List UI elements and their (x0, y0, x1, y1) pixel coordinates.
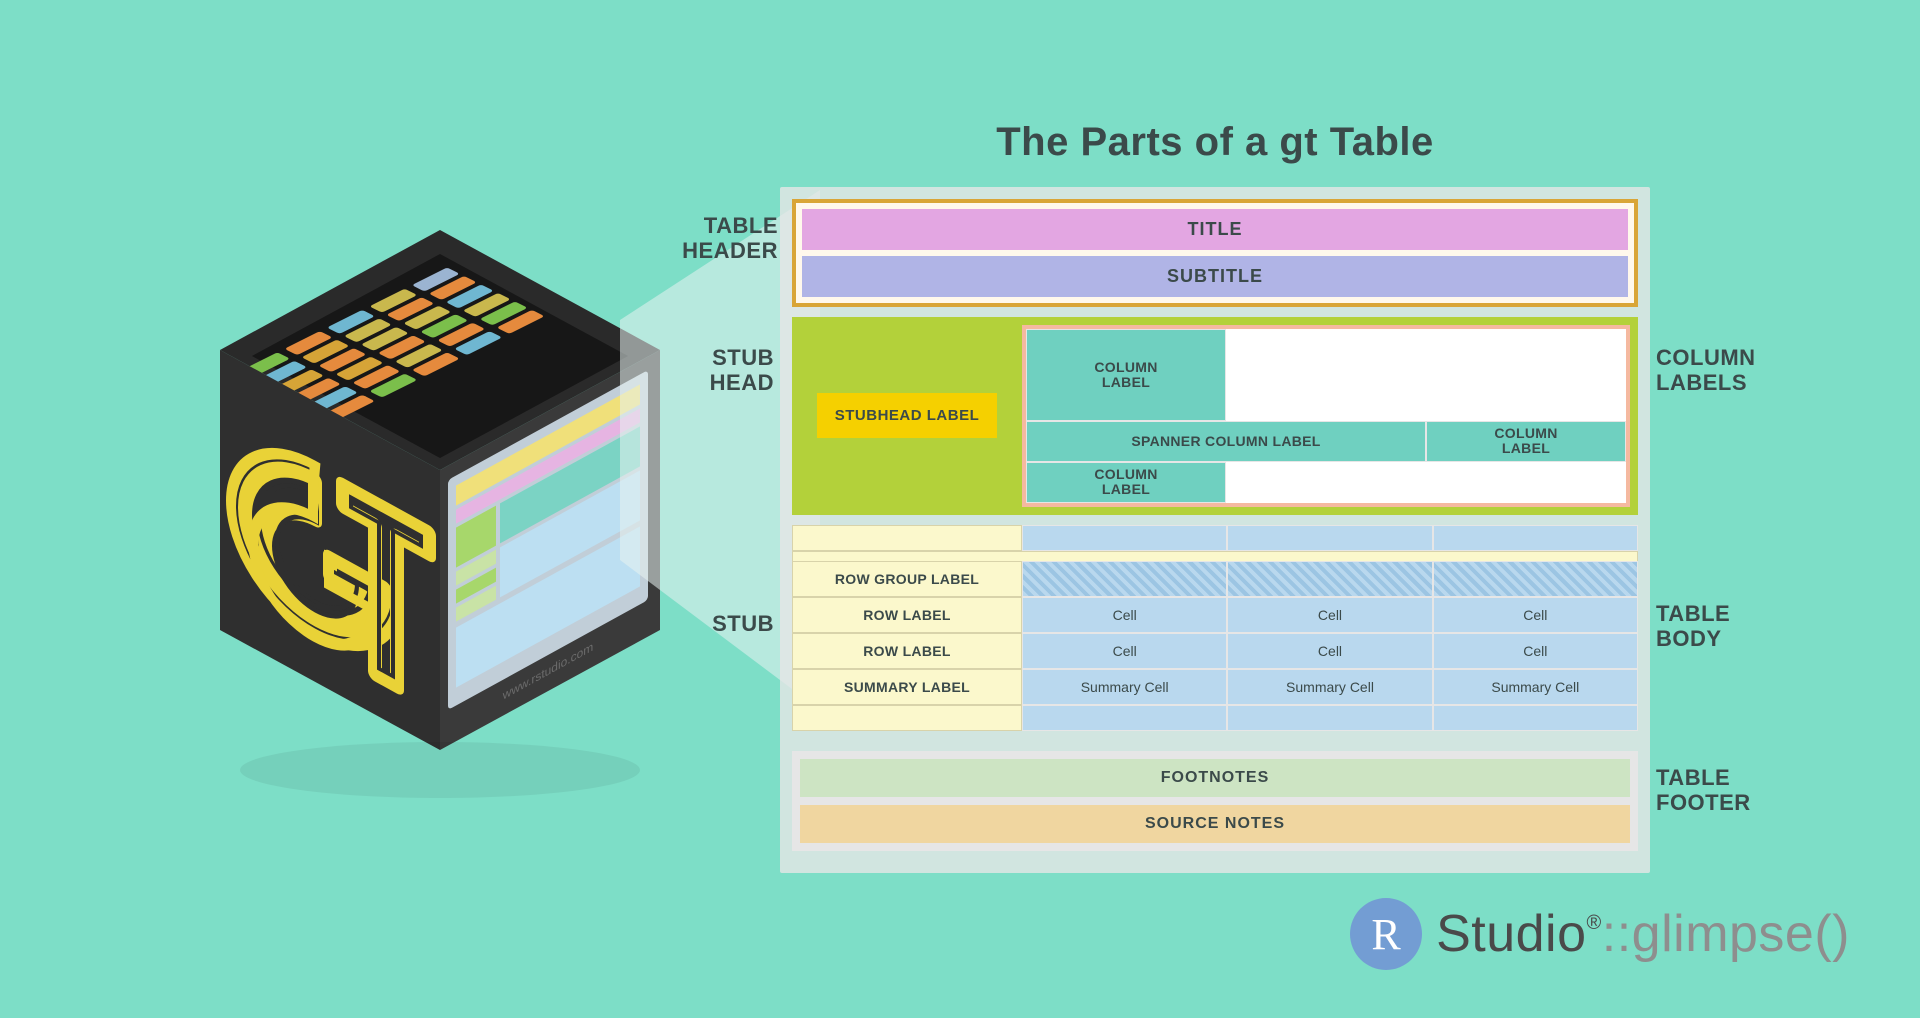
gt-cube-illustration: www.rstudio.com (190, 210, 690, 810)
hatch-cell (1022, 561, 1227, 597)
diagram-title: The Parts of a gt Table (780, 120, 1650, 165)
brand-text: Studio®::glimpse() (1436, 904, 1850, 964)
r-logo-icon: R (1350, 898, 1422, 970)
table-body-grid: ROW GROUP LABEL ROW LABEL Cell Cell Cell… (792, 525, 1638, 741)
cell: Cell (1227, 633, 1432, 669)
hatch-cell (1433, 561, 1638, 597)
row-label: ROW LABEL (792, 633, 1022, 669)
side-label-table-header: TABLEHEADER (682, 213, 796, 264)
cell: Cell (1227, 597, 1432, 633)
side-label-stub: STUB (712, 611, 792, 636)
rstudio-glimpse-logo: R Studio®::glimpse() (1350, 898, 1850, 970)
subtitle-bar: SUBTITLE (802, 256, 1628, 297)
column-label-1: COLUMNLABEL (1426, 421, 1626, 462)
gt-parts-diagram: The Parts of a gt Table TABLEHEADER TITL… (780, 120, 1650, 873)
stubhead-label: STUBHEAD LABEL (817, 393, 998, 438)
table-footer-block: TABLEFOOTER FOOTNOTES SOURCE NOTES (792, 751, 1638, 851)
cell: Cell (1433, 633, 1638, 669)
column-label-2: COLUMNLABEL (1026, 462, 1226, 503)
row-label: ROW LABEL (792, 597, 1022, 633)
side-label-column-labels: COLUMNLABELS (1638, 345, 1756, 396)
side-label-table-footer: TABLEFOOTER (1638, 765, 1751, 816)
side-label-table-body: TABLEBODY (1638, 601, 1730, 652)
stubhead-block: STUBHEAD STUBHEAD LABEL (792, 317, 1022, 515)
footnotes-bar: FOOTNOTES (800, 759, 1630, 797)
hatch-cell (1227, 561, 1432, 597)
summary-label: SUMMARY LABEL (792, 669, 1022, 705)
sourcenotes-bar: SOURCE NOTES (800, 805, 1630, 843)
summary-cell: Summary Cell (1022, 669, 1227, 705)
cell: Cell (1022, 633, 1227, 669)
column-label-3: COLUMNLABEL (1026, 329, 1226, 421)
cell: Cell (1433, 597, 1638, 633)
cell: Cell (1022, 597, 1227, 633)
summary-cell: Summary Cell (1433, 669, 1638, 705)
spanner-column-label: SPANNER COLUMN LABEL (1026, 421, 1426, 462)
diagram-body: TABLEHEADER TITLE SUBTITLE STUBHEAD STUB… (780, 187, 1650, 873)
side-label-stubhead: STUBHEAD (710, 345, 792, 396)
row-group-label: ROW GROUP LABEL (792, 561, 1022, 597)
table-header-block: TABLEHEADER TITLE SUBTITLE (792, 199, 1638, 307)
column-labels-block: COLUMNLABELS SPANNER COLUMN LABEL COLUMN… (1022, 317, 1638, 515)
summary-cell: Summary Cell (1227, 669, 1432, 705)
title-bar: TITLE (802, 209, 1628, 250)
